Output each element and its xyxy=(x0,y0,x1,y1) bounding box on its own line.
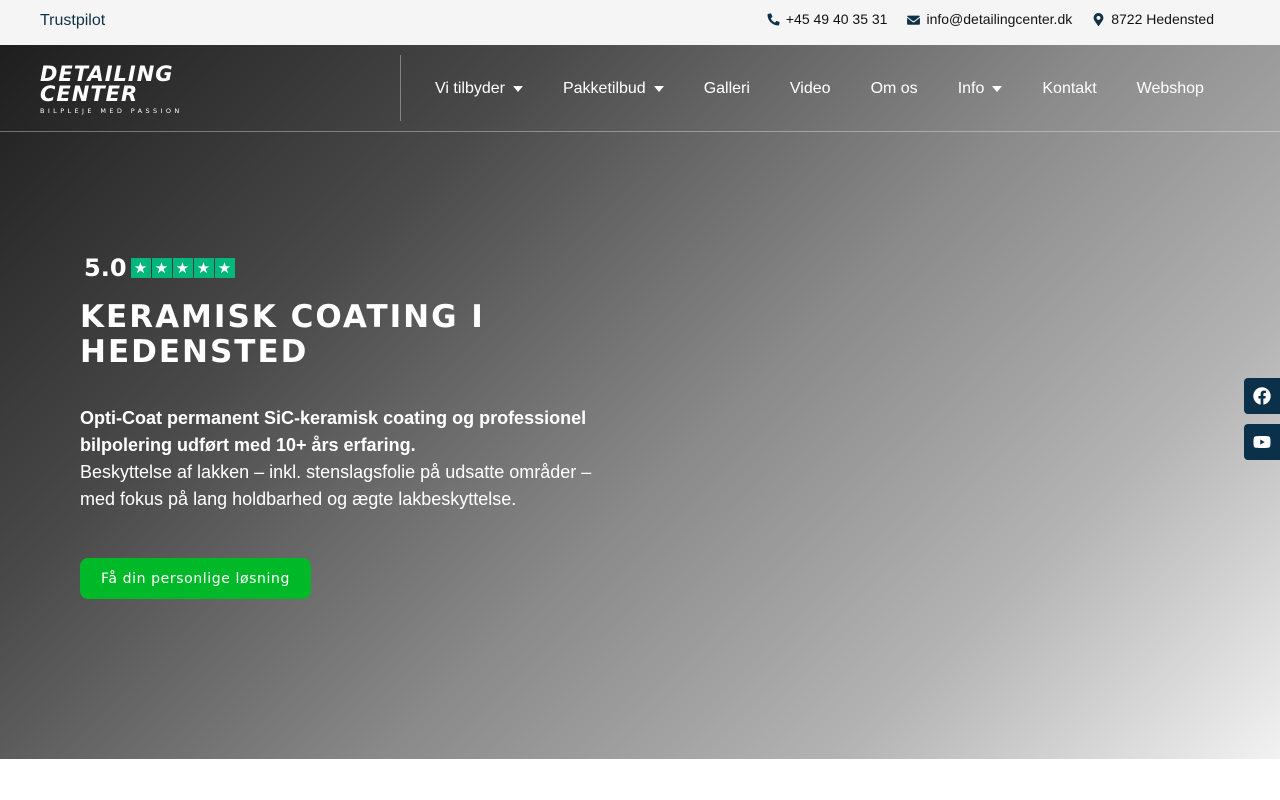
nav-item-vi-tilbyder[interactable]: Vi tilbyder xyxy=(415,45,543,132)
caret-down-icon xyxy=(512,85,523,92)
phone-number: +45 49 40 35 31 xyxy=(785,11,888,27)
email-address: info@detailingcenter.dk xyxy=(926,11,1073,27)
trustpilot-link[interactable]: Trustpilot xyxy=(40,12,105,30)
nav-item-om-os[interactable]: Om os xyxy=(851,45,938,132)
star-icon: ★ xyxy=(172,258,193,278)
star-icon: ★ xyxy=(193,258,214,278)
main-nav: Vi tilbyder Pakketilbud Galleri Video Om… xyxy=(415,45,1224,132)
nav-item-label: Video xyxy=(789,79,831,97)
nav-item-label: Webshop xyxy=(1136,79,1204,97)
trustpilot-rating: 5.0 ★ ★ ★ ★ ★ xyxy=(84,254,235,282)
nav-item-label: Info xyxy=(957,79,985,97)
phone-contact[interactable]: +45 49 40 35 31 xyxy=(767,11,888,27)
caret-down-icon xyxy=(653,85,664,92)
nav-item-label: Galleri xyxy=(703,79,750,97)
nav-item-label: Om os xyxy=(870,79,918,97)
nav-item-kontakt[interactable]: Kontakt xyxy=(1022,45,1116,132)
youtube-button[interactable] xyxy=(1244,424,1280,460)
envelope-icon xyxy=(907,15,921,25)
star-icon: ★ xyxy=(151,258,172,278)
location-contact[interactable]: 8722 Hedensted xyxy=(1092,11,1214,27)
nav-item-label: Vi tilbyder xyxy=(435,79,505,97)
contact-info: +45 49 40 35 31 info@detailingcenter.dk … xyxy=(767,11,1214,27)
location-text: 8722 Hedensted xyxy=(1111,11,1214,27)
map-pin-icon xyxy=(1093,12,1104,26)
nav-item-pakketilbud[interactable]: Pakketilbud xyxy=(543,45,684,132)
youtube-icon xyxy=(1253,436,1271,449)
email-contact[interactable]: info@detailingcenter.dk xyxy=(907,11,1072,27)
facebook-icon xyxy=(1253,387,1271,405)
site-logo[interactable]: DETAILING CENTER BILPLEJE MED PASSION xyxy=(40,64,240,116)
header-divider xyxy=(400,55,401,121)
nav-item-label: Kontakt xyxy=(1042,79,1097,97)
star-icon: ★ xyxy=(130,258,151,278)
logo-line-2: CENTER xyxy=(40,82,139,106)
star-icon: ★ xyxy=(214,258,235,278)
nav-item-label: Pakketilbud xyxy=(562,79,646,97)
nav-item-info[interactable]: Info xyxy=(938,45,1023,132)
top-bar: Trustpilot +45 49 40 35 31 info@detailin… xyxy=(0,0,1280,45)
rating-stars: ★ ★ ★ ★ ★ xyxy=(130,258,235,278)
hero-lead-bold: Opti-Coat permanent SiC-keramisk coating… xyxy=(80,408,587,455)
hero-lead-text: Beskyttelse af lakken – inkl. stenslagsf… xyxy=(80,462,592,509)
logo-tagline: BILPLEJE MED PASSION xyxy=(40,107,183,115)
nav-item-galleri[interactable]: Galleri xyxy=(684,45,770,132)
rating-score: 5.0 xyxy=(84,254,127,282)
cta-button[interactable]: Få din personlige løsning xyxy=(80,558,311,599)
caret-down-icon xyxy=(992,85,1003,92)
hero-title: KERAMISK COATING I HEDENSTED xyxy=(80,299,485,370)
site-header: DETAILING CENTER BILPLEJE MED PASSION Vi… xyxy=(0,45,1280,132)
hero-section: DETAILING CENTER BILPLEJE MED PASSION Vi… xyxy=(0,45,1280,759)
phone-icon xyxy=(767,12,780,25)
hero-description: Opti-Coat permanent SiC-keramisk coating… xyxy=(80,405,610,513)
nav-item-video[interactable]: Video xyxy=(770,45,851,132)
facebook-button[interactable] xyxy=(1244,378,1280,414)
nav-item-webshop[interactable]: Webshop xyxy=(1117,45,1224,132)
